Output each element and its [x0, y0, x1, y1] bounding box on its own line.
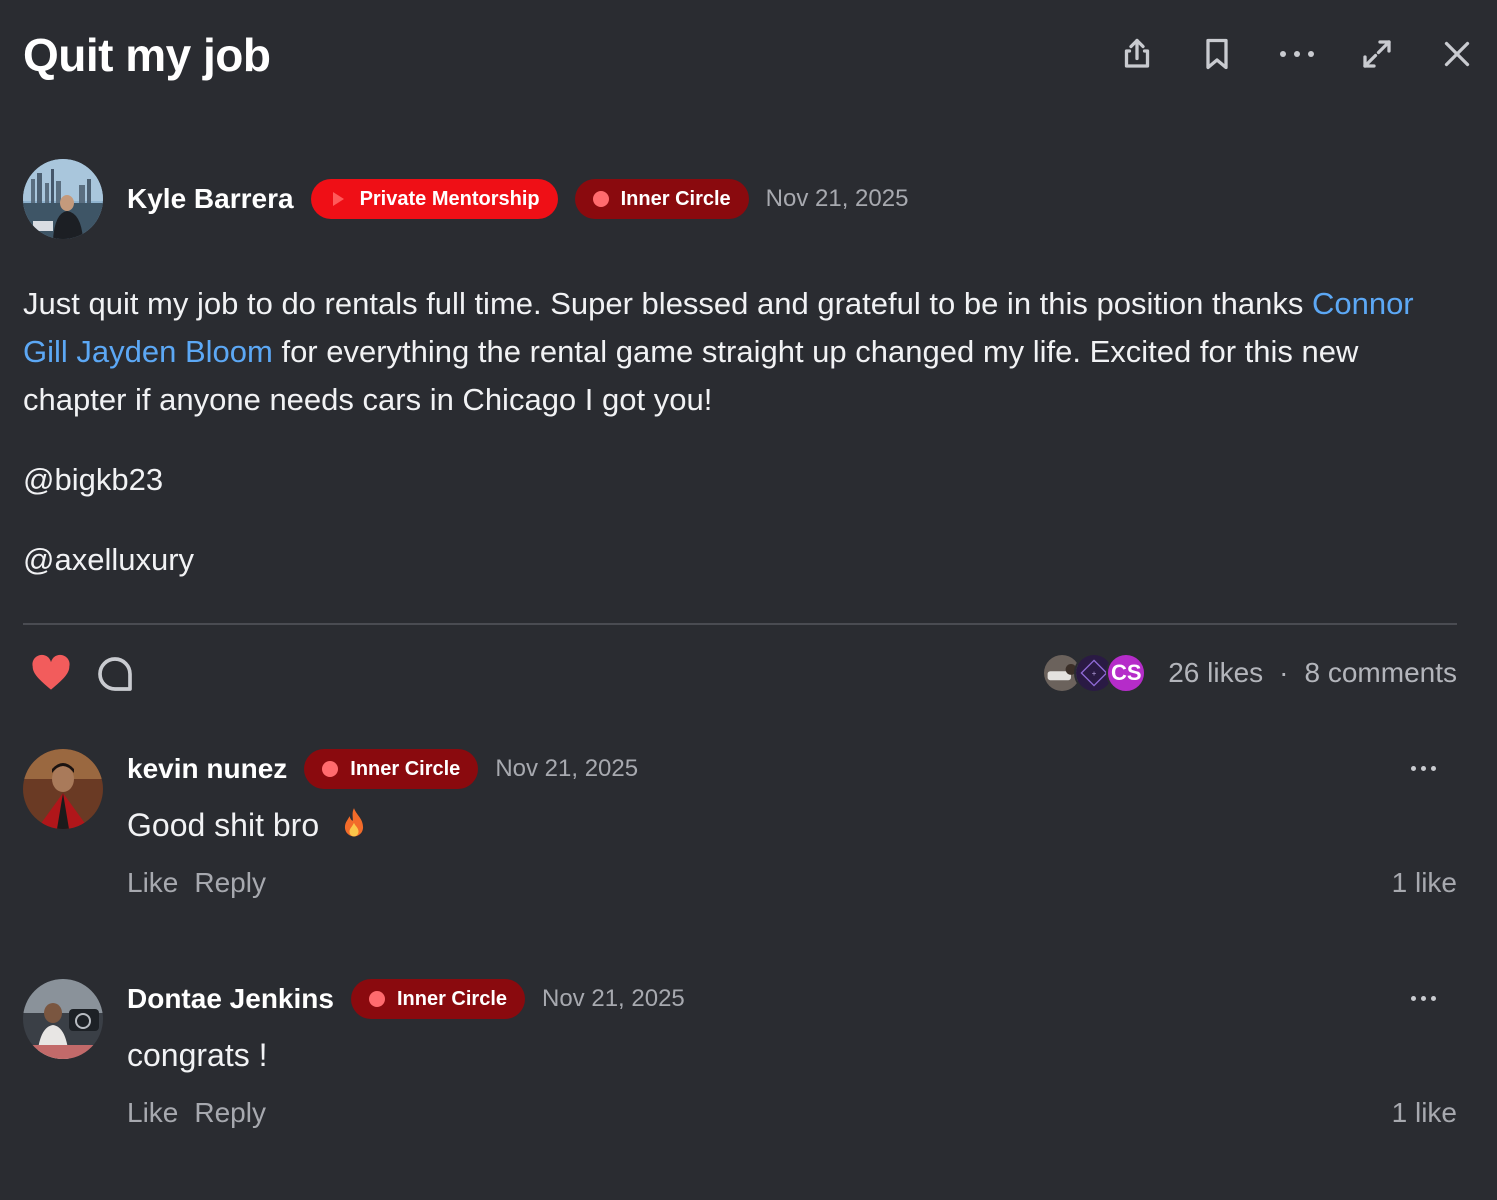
comment-actions: Like Reply	[127, 1097, 266, 1129]
comment-reply-button[interactable]: Reply	[194, 867, 266, 899]
handle-axelluxury: @axelluxury	[23, 542, 195, 577]
bookmark-icon	[1206, 38, 1228, 70]
post-body: Just quit my job to do rentals full time…	[23, 280, 1463, 584]
badge-label: Private Mentorship	[359, 187, 540, 210]
author-avatar[interactable]	[23, 159, 103, 239]
comment-actions: Like Reply	[127, 867, 266, 899]
likes-count[interactable]: 26 likes	[1168, 657, 1263, 689]
badge-inner-circle: Inner Circle	[574, 179, 749, 219]
post-text: Just quit my job to do rentals full time…	[23, 280, 1463, 424]
comment-header: Dontae Jenkins Inner Circle Nov 21, 2025	[127, 979, 685, 1019]
comment-text-content: Good shit bro	[127, 807, 320, 843]
more-icon	[1280, 51, 1314, 57]
close-button[interactable]	[1437, 32, 1477, 76]
author-name[interactable]: Kyle Barrera	[127, 183, 294, 215]
commenter-name[interactable]: kevin nunez	[127, 753, 287, 785]
post-stats: + CS 26 likes · 8 comments	[1042, 652, 1457, 694]
post-title: Quit my job	[23, 29, 271, 81]
comment-reply-button[interactable]: Reply	[194, 1097, 266, 1129]
comment-like-button[interactable]: Like	[127, 867, 178, 899]
comment-icon[interactable]	[95, 654, 135, 694]
divider	[23, 623, 1457, 625]
liker-avatar-initials: CS	[1106, 653, 1147, 693]
badge-label: Inner Circle	[396, 987, 507, 1010]
badge-inner-circle: Inner Circle	[350, 979, 525, 1019]
badge-inner-circle: Inner Circle	[304, 749, 479, 789]
svg-text:+: +	[1092, 671, 1097, 678]
commenter-name[interactable]: Dontae Jenkins	[127, 983, 334, 1015]
dot-icon	[322, 761, 339, 777]
expand-button[interactable]	[1357, 32, 1397, 76]
more-options-button[interactable]	[1277, 32, 1317, 76]
comment-item: Dontae Jenkins Inner Circle Nov 21, 2025…	[23, 979, 1457, 1149]
comment-date: Nov 21, 2025	[495, 755, 639, 782]
comment-header: kevin nunez Inner Circle Nov 21, 2025	[127, 749, 638, 789]
comment-more-button[interactable]	[1405, 753, 1441, 783]
badge-label: Inner Circle	[620, 187, 731, 210]
dot-icon	[368, 991, 385, 1007]
post-text-start: Just quit my job to do rentals full time…	[23, 286, 1304, 321]
badge-label: Inner Circle	[350, 757, 461, 780]
post-modal: Quit my job Kyle Barrera Private Mentors…	[0, 0, 1497, 1200]
post-actions-row: + CS 26 likes · 8 comments	[23, 650, 1457, 696]
play-icon	[332, 192, 344, 206]
modal-header: Quit my job	[23, 0, 1470, 112]
bookmark-button[interactable]	[1197, 32, 1237, 76]
comment-date: Nov 21, 2025	[542, 985, 685, 1012]
comment-more-button[interactable]	[1405, 983, 1441, 1013]
comment-text: congrats !	[127, 1037, 268, 1073]
fire-icon	[344, 808, 364, 837]
handle-bigkb23: @bigkb23	[23, 462, 164, 497]
heart-icon[interactable]	[31, 654, 71, 692]
liker-avatars[interactable]: + CS	[1042, 653, 1147, 693]
commenter-avatar[interactable]	[23, 979, 103, 1059]
stats-separator: ·	[1279, 657, 1289, 688]
close-icon	[1444, 41, 1470, 67]
comment-likes-count[interactable]: 1 like	[1392, 867, 1457, 899]
comment-text: Good shit bro	[127, 807, 368, 844]
comment-item: kevin nunez Inner Circle Nov 21, 2025 Go…	[23, 749, 1457, 919]
commenter-avatar[interactable]	[23, 749, 103, 829]
post-author-row: Kyle Barrera Private Mentorship Inner Ci…	[23, 159, 908, 239]
post-date: Nov 21, 2025	[765, 185, 909, 212]
header-actions	[1117, 32, 1477, 76]
comments-count[interactable]: 8 comments	[1305, 657, 1458, 689]
dot-icon	[592, 191, 609, 207]
comment-like-button[interactable]: Like	[127, 1097, 178, 1129]
badge-private-mentorship: Private Mentorship	[310, 179, 558, 219]
share-button[interactable]	[1117, 32, 1157, 76]
expand-icon	[1363, 40, 1391, 68]
comment-likes-count[interactable]: 1 like	[1392, 1097, 1457, 1129]
share-icon	[1124, 38, 1150, 68]
